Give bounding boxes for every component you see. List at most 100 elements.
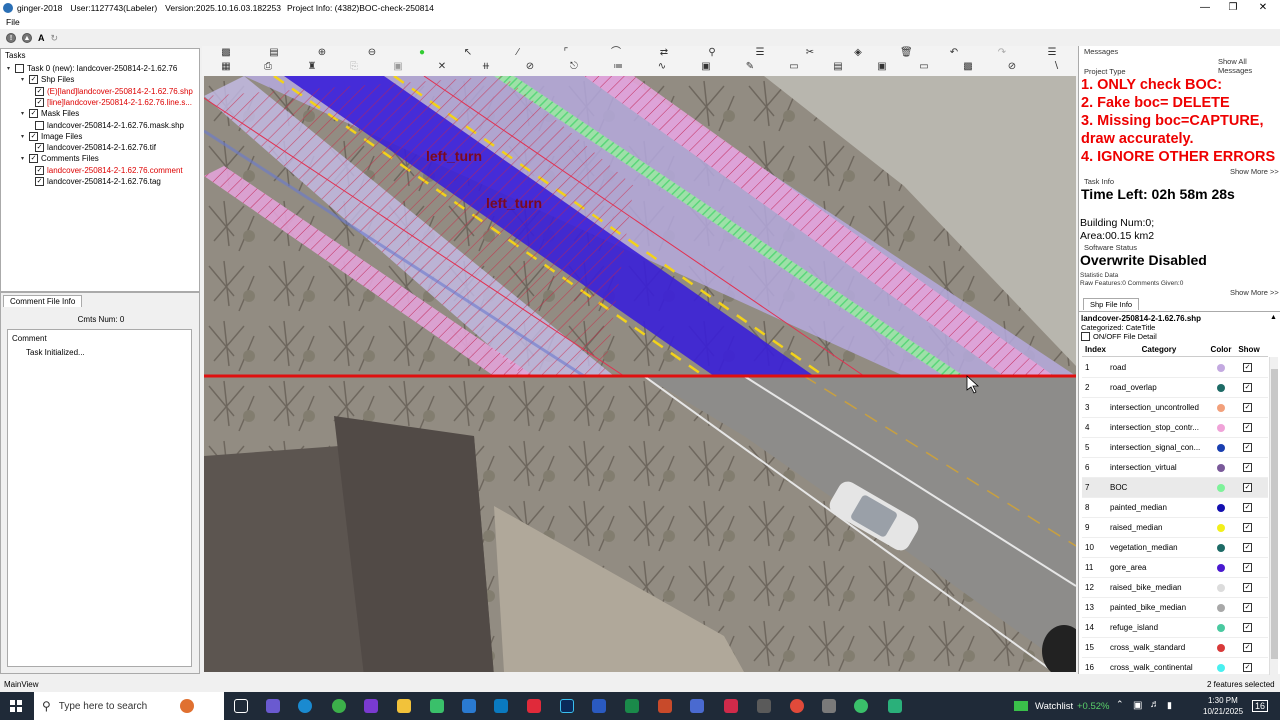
- category-row[interactable]: 6 intersection_virtual ✓: [1082, 458, 1268, 478]
- show-checkbox[interactable]: ✓: [1243, 443, 1252, 452]
- category-row[interactable]: 12 raised_bike_median ✓: [1082, 578, 1268, 598]
- category-color-cell[interactable]: [1208, 443, 1234, 452]
- color-swatch-icon[interactable]: [1217, 383, 1225, 392]
- show-checkbox[interactable]: ✓: [1243, 483, 1252, 492]
- category-show-cell[interactable]: ✓: [1234, 663, 1264, 672]
- pin-icon[interactable]: ⚲: [706, 48, 718, 58]
- expand-chevron-icon[interactable]: ▾: [21, 133, 29, 140]
- category-row[interactable]: 10 vegetation_median ✓: [1082, 538, 1268, 558]
- zoom-in-icon[interactable]: ⊕: [316, 48, 328, 58]
- color-swatch-icon[interactable]: [1217, 523, 1225, 532]
- show-checkbox[interactable]: ✓: [1243, 423, 1252, 432]
- fit-icon[interactable]: ▣: [876, 62, 888, 72]
- category-color-cell[interactable]: [1208, 643, 1234, 652]
- export-icon[interactable]: ▩: [962, 62, 974, 72]
- category-row[interactable]: 5 intersection_signal_con... ✓: [1082, 438, 1268, 458]
- category-show-cell[interactable]: ✓: [1234, 483, 1264, 492]
- map-canvas[interactable]: left_turn left_turn: [204, 76, 1076, 672]
- chart-icon[interactable]: ∿: [656, 62, 668, 72]
- volume-icon[interactable]: ♬: [1150, 699, 1160, 710]
- expand-chevron-icon[interactable]: ▾: [21, 155, 29, 162]
- category-color-cell[interactable]: [1208, 403, 1234, 412]
- corner-icon[interactable]: ⌜: [560, 48, 572, 58]
- powerpoint-icon[interactable]: [658, 699, 672, 713]
- slash-icon[interactable]: ⧺: [480, 62, 492, 72]
- task-tree-checkbox[interactable]: ✓: [35, 97, 44, 107]
- task-tree-item[interactable]: landcover-250814-2-1.62.76.mask.shp: [35, 120, 184, 131]
- taskbar-search[interactable]: ⚲ Type here to search: [34, 692, 224, 720]
- app-purple-icon[interactable]: [364, 699, 378, 713]
- clock-date[interactable]: 10/21/2025: [1203, 707, 1243, 716]
- windows-start-icon[interactable]: [10, 700, 22, 712]
- task-tree-item[interactable]: ✓ [line]landcover-250814-2-1.62.76.line.s…: [35, 97, 192, 108]
- category-row[interactable]: 7 BOC ✓: [1082, 478, 1268, 498]
- task-tree-item[interactable]: ✓ landcover-250814-2-1.62.76.tag: [35, 176, 161, 187]
- task-tree-checkbox[interactable]: ✓: [29, 75, 38, 85]
- category-show-cell[interactable]: ✓: [1234, 543, 1264, 552]
- show-checkbox[interactable]: ✓: [1243, 523, 1252, 532]
- tray-chevron-icon[interactable]: ⌃: [1116, 699, 1124, 710]
- category-show-cell[interactable]: ✓: [1234, 383, 1264, 392]
- scroll-thumb[interactable]: [1271, 369, 1278, 659]
- task-tree-checkbox[interactable]: ✓: [35, 143, 44, 153]
- shape-icon[interactable]: ▭: [788, 62, 800, 72]
- rect-icon[interactable]: ▭: [918, 62, 930, 72]
- redo-icon[interactable]: ↷: [996, 48, 1008, 58]
- diag-line-icon[interactable]: ∖: [1050, 62, 1062, 72]
- select-icon[interactable]: ▦: [220, 62, 232, 72]
- color-swatch-icon[interactable]: [1217, 363, 1225, 372]
- category-show-cell[interactable]: ✓: [1234, 423, 1264, 432]
- category-row[interactable]: 9 raised_median ✓: [1082, 518, 1268, 538]
- edge-icon[interactable]: [298, 699, 312, 713]
- category-color-cell[interactable]: [1208, 483, 1234, 492]
- refresh-icon[interactable]: ↻: [51, 33, 59, 44]
- basketball-icon[interactable]: [180, 699, 194, 713]
- delete-icon[interactable]: 🗑: [900, 48, 913, 58]
- edit-icon[interactable]: ✎: [744, 62, 756, 72]
- node-icon[interactable]: ⎋: [568, 62, 580, 72]
- circle-slash-icon[interactable]: ⊘: [524, 62, 536, 72]
- battery-icon[interactable]: ▮: [1167, 700, 1172, 711]
- ginger-app-icon[interactable]: [854, 699, 868, 713]
- close-button[interactable]: ✕: [1248, 0, 1278, 15]
- color-swatch-icon[interactable]: [1217, 543, 1225, 552]
- show-more-link-2[interactable]: Show More >>: [1230, 288, 1279, 297]
- task-tree-checkbox[interactable]: [15, 64, 24, 73]
- app-doc-icon[interactable]: [690, 699, 704, 713]
- scatter-icon[interactable]: ≔: [612, 62, 624, 72]
- undo-icon[interactable]: ↶: [948, 48, 960, 58]
- show-checkbox[interactable]: ✓: [1243, 583, 1252, 592]
- notification-badge[interactable]: 16: [1252, 700, 1269, 712]
- watchlist-label[interactable]: Watchlist: [1035, 701, 1073, 712]
- crop-icon[interactable]: ▤: [832, 62, 844, 72]
- category-row[interactable]: 11 gore_area ✓: [1082, 558, 1268, 578]
- show-checkbox[interactable]: ✓: [1243, 403, 1252, 412]
- category-show-cell[interactable]: ✓: [1234, 623, 1264, 632]
- app-store-icon[interactable]: [462, 699, 476, 713]
- up-icon[interactable]: ▲: [22, 33, 32, 43]
- task-tree-item[interactable]: ▾ ✓ Comments Files: [21, 153, 99, 164]
- task-tree-item[interactable]: ✓ (E)[land]landcover-250814-2-1.62.76.shp: [35, 86, 193, 97]
- show-checkbox[interactable]: ✓: [1243, 463, 1252, 472]
- show-all-messages-link[interactable]: Show All Messages: [1218, 57, 1280, 75]
- color-swatch-icon[interactable]: [1217, 463, 1225, 472]
- color-swatch-icon[interactable]: [1217, 423, 1225, 432]
- minimize-button[interactable]: —: [1190, 0, 1220, 15]
- category-color-cell[interactable]: [1208, 383, 1234, 392]
- category-color-cell[interactable]: [1208, 663, 1234, 672]
- show-checkbox[interactable]: ✓: [1243, 623, 1252, 632]
- task-tree-item[interactable]: ▾ ✓ Image Files: [21, 131, 82, 142]
- category-show-cell[interactable]: ✓: [1234, 523, 1264, 532]
- word-icon[interactable]: [592, 699, 606, 713]
- line-icon[interactable]: ∕: [512, 48, 524, 58]
- stock-chart-icon[interactable]: [1014, 701, 1028, 711]
- save-icon[interactable]: ▩: [220, 48, 232, 58]
- pointer-icon[interactable]: ↖: [462, 48, 474, 58]
- app-red-icon[interactable]: [527, 699, 541, 713]
- category-color-cell[interactable]: [1208, 583, 1234, 592]
- show-checkbox[interactable]: ✓: [1243, 663, 1252, 672]
- x-icon[interactable]: ✕: [436, 62, 448, 72]
- app-blue-icon[interactable]: [494, 699, 508, 713]
- copy-icon[interactable]: ⎘: [348, 62, 360, 72]
- category-row[interactable]: 16 cross_walk_continental ✓: [1082, 658, 1268, 678]
